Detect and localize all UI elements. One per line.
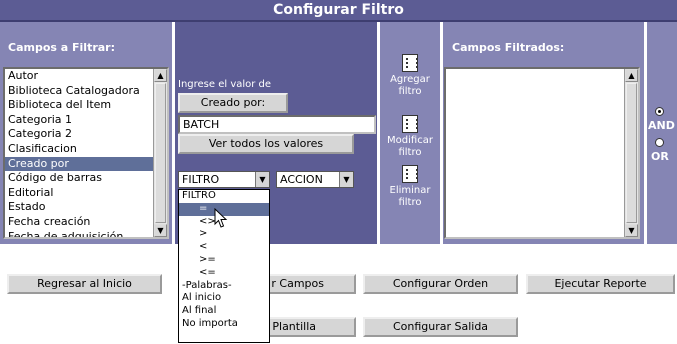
filter-select[interactable]: FILTRO ▼	[178, 171, 270, 188]
filtered-scrollbar[interactable]: ▲ ▼	[624, 69, 638, 237]
dropdown-option[interactable]: <=	[179, 267, 269, 280]
list-item[interactable]: Clasificacion	[5, 142, 153, 157]
scroll-down-icon[interactable]: ▼	[154, 224, 167, 237]
dropdown-option[interactable]: No importa	[179, 318, 269, 331]
dropdown-option[interactable]: Al inicio	[179, 292, 269, 305]
delete-filter-label: Eliminar filtro	[389, 185, 431, 208]
value-input[interactable]: BATCH	[178, 115, 376, 134]
list-item[interactable]: Estado	[5, 200, 153, 215]
add-filter-button[interactable]: Agregar filtro	[380, 54, 440, 98]
add-filter-icon	[402, 54, 418, 72]
filtered-fields-label: Campos Filtrados:	[452, 41, 565, 54]
dropdown-option[interactable]: Al final	[179, 305, 269, 318]
configure-output-button[interactable]: Configurar Salida	[363, 317, 518, 337]
delete-filter-button[interactable]: Eliminar filtro	[380, 165, 440, 209]
delete-filter-icon	[402, 165, 418, 183]
list-item[interactable]: Biblioteca Catalogadora	[5, 84, 153, 99]
list-item[interactable]: Editorial	[5, 186, 153, 201]
list-item[interactable]: Fecha de adquisición	[5, 230, 153, 237]
fields-list: Autor Biblioteca Catalogadora Biblioteca d…	[5, 69, 153, 237]
fields-listbox[interactable]: Autor Biblioteca Catalogadora Biblioteca d…	[3, 67, 169, 239]
action-select-value: ACCION	[280, 173, 323, 186]
list-item[interactable]: Biblioteca del Item	[5, 98, 153, 113]
chevron-down-icon[interactable]: ▼	[339, 172, 353, 187]
scroll-up-icon[interactable]: ▲	[625, 69, 638, 82]
dropdown-option[interactable]: >	[179, 228, 269, 241]
value-hint: Ingrese el valor de	[178, 79, 272, 90]
scroll-down-icon[interactable]: ▼	[625, 224, 638, 237]
fields-to-filter-label: Campos a Filtrar:	[8, 41, 116, 54]
divider	[172, 22, 175, 244]
list-item[interactable]: Autor	[5, 69, 153, 84]
and-label: AND	[648, 119, 675, 132]
fields-scrollbar[interactable]: ▲ ▼	[153, 69, 167, 237]
back-to-start-button[interactable]: Regresar al Inicio	[7, 274, 162, 294]
dropdown-option[interactable]: -Palabras-	[179, 280, 269, 293]
modify-filter-icon	[402, 115, 418, 133]
window-title: Configurar Filtro	[0, 0, 677, 22]
divider	[644, 22, 647, 244]
configure-order-button[interactable]: Configurar Orden	[363, 274, 518, 294]
list-item[interactable]: Creado por	[5, 156, 153, 172]
run-report-button[interactable]: Ejecutar Reporte	[526, 274, 675, 294]
list-item[interactable]: Código de barras	[5, 171, 153, 186]
modify-filter-button[interactable]: Modificar filtro	[380, 115, 440, 159]
filter-select-value: FILTRO	[182, 173, 220, 186]
and-radio[interactable]	[655, 107, 664, 116]
scroll-thumb[interactable]	[155, 83, 166, 223]
divider	[440, 22, 443, 244]
scroll-up-icon[interactable]: ▲	[154, 69, 167, 82]
list-item[interactable]: Categoria 1	[5, 113, 153, 128]
view-all-values-button[interactable]: Ver todos los valores	[178, 134, 354, 154]
field-name-button[interactable]: Creado por:	[178, 93, 288, 113]
or-radio[interactable]	[655, 138, 664, 147]
list-item[interactable]: Categoria 2	[5, 127, 153, 142]
modify-filter-label: Modificar filtro	[387, 135, 433, 158]
filtered-fields-listbox[interactable]: ▲ ▼	[444, 67, 640, 239]
logic-panel	[644, 22, 677, 244]
dropdown-option[interactable]: FILTRO	[179, 190, 269, 203]
scroll-thumb[interactable]	[626, 83, 637, 223]
mouse-cursor-icon	[214, 208, 228, 228]
action-select[interactable]: ACCION ▼	[276, 171, 354, 188]
chevron-down-icon[interactable]: ▼	[255, 172, 269, 187]
add-filter-label: Agregar filtro	[390, 74, 430, 97]
dropdown-option[interactable]: <	[179, 241, 269, 254]
or-label: OR	[651, 150, 669, 163]
dropdown-option[interactable]: >=	[179, 254, 269, 267]
list-item[interactable]: Fecha creación	[5, 215, 153, 230]
